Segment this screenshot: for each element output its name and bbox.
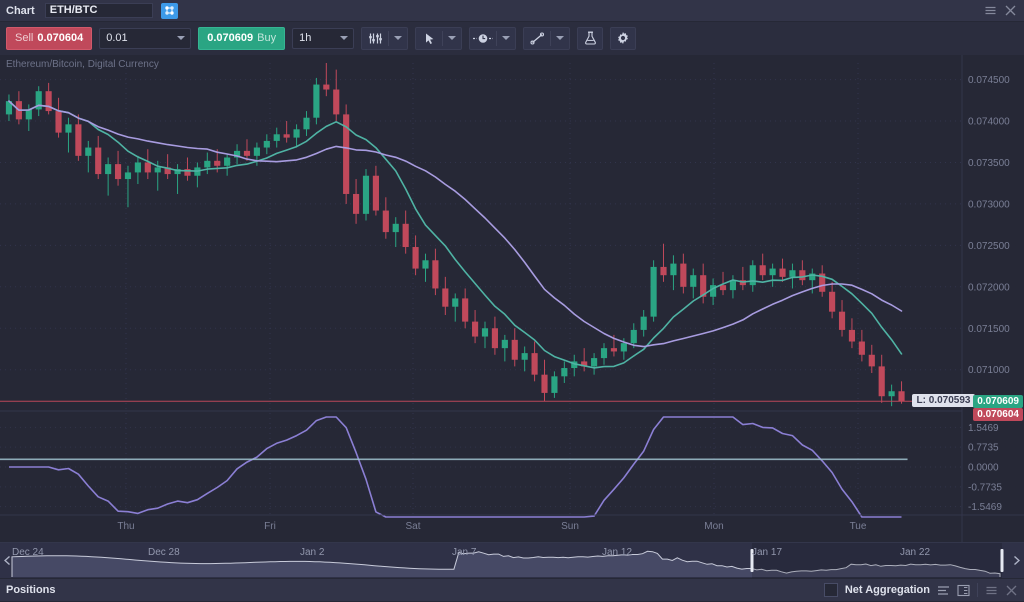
sell-price: 0.070604 — [37, 32, 84, 44]
sell-price-marker: 0.070604 — [973, 407, 1023, 421]
settings-button[interactable] — [610, 26, 637, 50]
window-titlebar: Chart — [0, 0, 1024, 22]
svg-text:-0.7735: -0.7735 — [968, 482, 1002, 493]
close-icon[interactable] — [1004, 4, 1017, 17]
statusbar-controls: Net Aggregation — [823, 583, 1018, 597]
timeframe-select[interactable]: 1h — [292, 27, 355, 49]
chevron-down-icon — [172, 36, 190, 40]
svg-text:Jan 2: Jan 2 — [300, 547, 325, 558]
svg-text:0.074000: 0.074000 — [968, 117, 1010, 128]
buy-price: 0.070609 — [207, 32, 254, 44]
svg-text:0.071500: 0.071500 — [968, 324, 1010, 335]
chevron-down-icon — [335, 36, 353, 40]
chevron-down-icon[interactable] — [551, 36, 569, 40]
gear-icon[interactable] — [611, 31, 635, 45]
last-price-tooltip: L: 0.070593 — [911, 394, 976, 408]
svg-text:Sat: Sat — [405, 521, 420, 532]
hamburger-menu-icon[interactable] — [985, 584, 998, 597]
svg-text:Dec 24: Dec 24 — [12, 547, 44, 558]
svg-text:Jan 7: Jan 7 — [452, 547, 477, 558]
positions-statusbar: Positions Net Aggregation — [0, 578, 1024, 601]
flask-icon[interactable] — [578, 31, 602, 45]
trendline-icon[interactable] — [524, 31, 550, 45]
range-navigator[interactable]: Dec 24 Dec 28 Jan 2 Jan 7 Jan 12 Jan 17 Jan 22 — [0, 542, 1024, 578]
trading-chart-window: Chart Sell 0.070604 — [0, 0, 1024, 601]
svg-text:0.074500: 0.074500 — [968, 75, 1010, 86]
quantity-value: 0.01 — [106, 32, 128, 44]
indicators-icon[interactable] — [362, 32, 388, 45]
navigator-overview[interactable]: Dec 24 Dec 28 Jan 2 Jan 7 Jan 12 Jan 17 Jan 22 — [0, 543, 1024, 578]
svg-text:0.072000: 0.072000 — [968, 282, 1010, 293]
list-view-icon[interactable] — [937, 584, 950, 597]
cursor-group[interactable] — [415, 26, 463, 50]
svg-text:0.073500: 0.073500 — [968, 158, 1010, 169]
columns-view-icon[interactable] — [957, 584, 970, 597]
svg-text:Jan 17: Jan 17 — [752, 547, 782, 558]
candlestick-chart: 0.074500 0.074000 0.073500 0.073000 0.072500… — [0, 55, 1024, 542]
divider — [977, 583, 978, 597]
chevron-down-icon[interactable] — [389, 36, 407, 40]
svg-text:0.7735: 0.7735 — [968, 443, 999, 454]
page-title: Chart — [6, 4, 35, 17]
buy-button[interactable]: 0.070609 Buy — [198, 26, 286, 50]
flask-button[interactable] — [577, 26, 604, 50]
svg-text:Jan 12: Jan 12 — [602, 547, 632, 558]
close-icon[interactable] — [1005, 584, 1018, 597]
svg-text:Dec 28: Dec 28 — [148, 547, 180, 558]
svg-text:Thu: Thu — [117, 521, 134, 532]
symbol-input[interactable] — [44, 3, 153, 18]
trading-toolbar: Sell 0.070604 0.01 0.070609 Buy 1h — [0, 22, 1024, 55]
indicators-group[interactable] — [361, 26, 409, 50]
quantity-select[interactable]: 0.01 — [99, 27, 192, 49]
net-aggregation-label: Net Aggregation — [844, 584, 930, 596]
drawing-tools-group[interactable] — [523, 26, 571, 50]
svg-text:1.5469: 1.5469 — [968, 423, 999, 434]
window-controls — [984, 4, 1024, 17]
scroll-right-icon[interactable] — [1011, 554, 1022, 567]
svg-text:Sun: Sun — [561, 521, 579, 532]
buy-price-marker: 0.070609 — [973, 395, 1023, 409]
svg-text:Tue: Tue — [850, 521, 867, 532]
positions-label: Positions — [6, 584, 56, 596]
svg-text:0.073000: 0.073000 — [968, 199, 1010, 210]
symbol-picker-icon[interactable] — [160, 2, 178, 19]
timeframe-value: 1h — [299, 32, 312, 44]
time-interval-group[interactable] — [469, 26, 517, 50]
cursor-arrow-icon[interactable] — [416, 32, 442, 45]
buy-label: Buy — [257, 32, 277, 44]
svg-text:-1.5469: -1.5469 — [968, 502, 1002, 513]
chevron-down-icon[interactable] — [497, 36, 515, 40]
net-aggregation-checkbox[interactable] — [823, 583, 838, 597]
hamburger-menu-icon[interactable] — [984, 4, 997, 17]
scroll-left-icon[interactable] — [2, 554, 13, 567]
svg-text:0.072500: 0.072500 — [968, 241, 1010, 252]
clock-icon[interactable] — [470, 32, 496, 45]
svg-text:Fri: Fri — [264, 521, 276, 532]
sell-label: Sell — [15, 32, 34, 44]
svg-text:Jan 22: Jan 22 — [900, 547, 930, 558]
sell-button[interactable]: Sell 0.070604 — [6, 26, 93, 50]
svg-text:0.0000: 0.0000 — [968, 463, 999, 474]
svg-text:Mon: Mon — [704, 521, 723, 532]
chevron-down-icon[interactable] — [443, 36, 461, 40]
price-chart-area[interactable]: Ethereum/Bitcoin, Digital Currency 0.074… — [0, 55, 1024, 542]
svg-text:0.071000: 0.071000 — [968, 365, 1010, 376]
